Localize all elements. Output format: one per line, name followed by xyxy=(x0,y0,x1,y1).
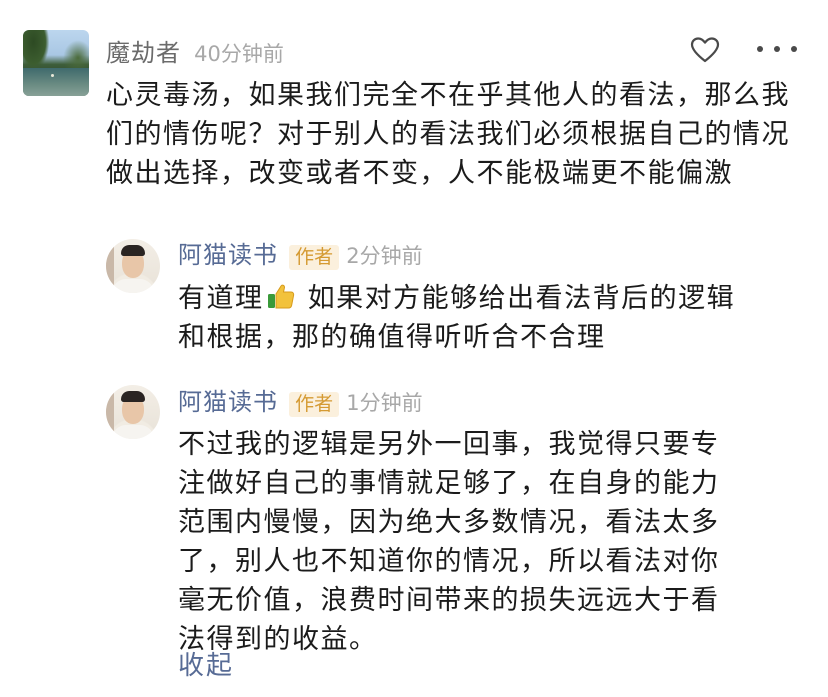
reply-time: 2分钟前 xyxy=(346,244,423,268)
heart-icon[interactable] xyxy=(690,36,720,64)
reply-header: 阿猫读书 作者 2分钟前 xyxy=(178,235,423,270)
reply-author-name[interactable]: 阿猫读书 xyxy=(178,388,278,416)
reply-time: 1分钟前 xyxy=(346,391,423,415)
reply-text: 不过我的逻辑是另外一回事，我觉得只要专注做好自己的事情就足够了，在自身的能力范围… xyxy=(178,429,720,655)
author-badge: 作者 xyxy=(289,392,340,417)
commenter-avatar[interactable] xyxy=(23,30,89,96)
comment-header: 魔劫者 40分钟前 xyxy=(106,33,284,68)
reply-avatar[interactable] xyxy=(106,385,160,439)
reply-text: 有道理 如果对方能够给出看法背后的逻辑和根据，那的确值得听听合不合理 xyxy=(178,279,738,357)
reply-header: 阿猫读书 作者 1分钟前 xyxy=(178,382,423,417)
comment-time: 40分钟前 xyxy=(194,42,284,66)
comment-text: 心灵毒汤，如果我们完全不在乎其他人的看法，那么我们的情伤呢？对于别人的看法我们必… xyxy=(106,80,790,189)
reply-text-part: 有道理 xyxy=(178,283,264,314)
thumbs-up-icon xyxy=(267,284,294,309)
author-badge: 作者 xyxy=(289,245,340,270)
collapse-link[interactable]: 收起 xyxy=(178,645,234,682)
more-icon[interactable] xyxy=(757,37,797,61)
reply-author-name[interactable]: 阿猫读书 xyxy=(178,241,278,269)
comment-author-name[interactable]: 魔劫者 xyxy=(106,39,181,67)
reply-avatar[interactable] xyxy=(106,239,160,293)
